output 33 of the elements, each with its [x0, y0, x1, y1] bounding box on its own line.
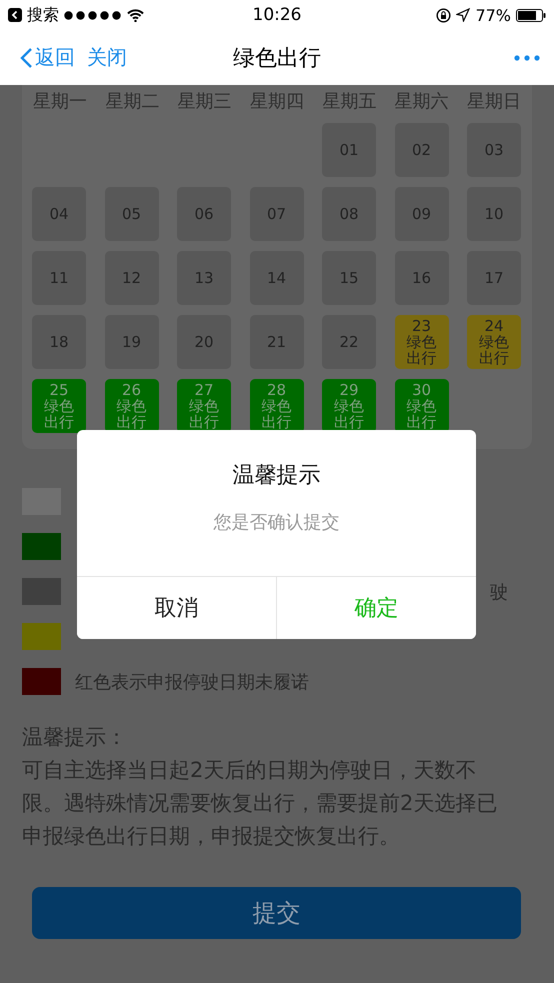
- battery-percent: 77%: [475, 6, 511, 24]
- back-app-icon[interactable]: [8, 8, 22, 22]
- submit-button[interactable]: 提交: [32, 887, 521, 939]
- signal-icon: [64, 10, 122, 20]
- calendar-day[interactable]: 29 绿色出行: [322, 379, 376, 433]
- back-button[interactable]: 返回: [20, 44, 75, 71]
- weekday-label: 星期六: [394, 90, 449, 113]
- location-arrow-icon: [456, 8, 470, 22]
- calendar-day[interactable]: 25 绿色出行: [32, 379, 86, 433]
- calendar-day[interactable]: 28 绿色出行: [250, 379, 304, 433]
- weekday-label: 星期五: [322, 90, 376, 113]
- calendar-day[interactable]: 26 绿色出行: [104, 379, 158, 433]
- chevron-left-icon[interactable]: [20, 46, 33, 68]
- battery-icon: [516, 8, 546, 22]
- weekday-label: 星期二: [105, 90, 160, 113]
- calendar-day[interactable]: 24 绿色出行: [467, 315, 521, 369]
- confirm-button[interactable]: 确定: [276, 577, 476, 639]
- page-title: 绿色出行: [233, 46, 321, 70]
- rotation-lock-icon: [436, 8, 452, 22]
- weekday-label: 星期三: [178, 90, 232, 113]
- weekday-label: 星期一: [33, 90, 88, 113]
- wifi-icon: [127, 8, 144, 22]
- close-link[interactable]: 关闭: [87, 44, 127, 71]
- weekday-label: 星期四: [250, 90, 304, 113]
- calendar-day[interactable]: 23 绿色出行: [394, 315, 448, 369]
- weekday-label: 星期日: [466, 90, 521, 113]
- back-app-label[interactable]: 搜索: [27, 4, 59, 26]
- more-icon[interactable]: [514, 54, 540, 60]
- calendar-day[interactable]: 27 绿色出行: [177, 379, 231, 433]
- dialog-message: 您是否确认提交: [212, 511, 340, 534]
- calendar-day[interactable]: 30 绿色出行: [394, 379, 448, 433]
- dialog-title: 温馨提示: [232, 462, 322, 490]
- clock-time: 10:26: [252, 5, 302, 25]
